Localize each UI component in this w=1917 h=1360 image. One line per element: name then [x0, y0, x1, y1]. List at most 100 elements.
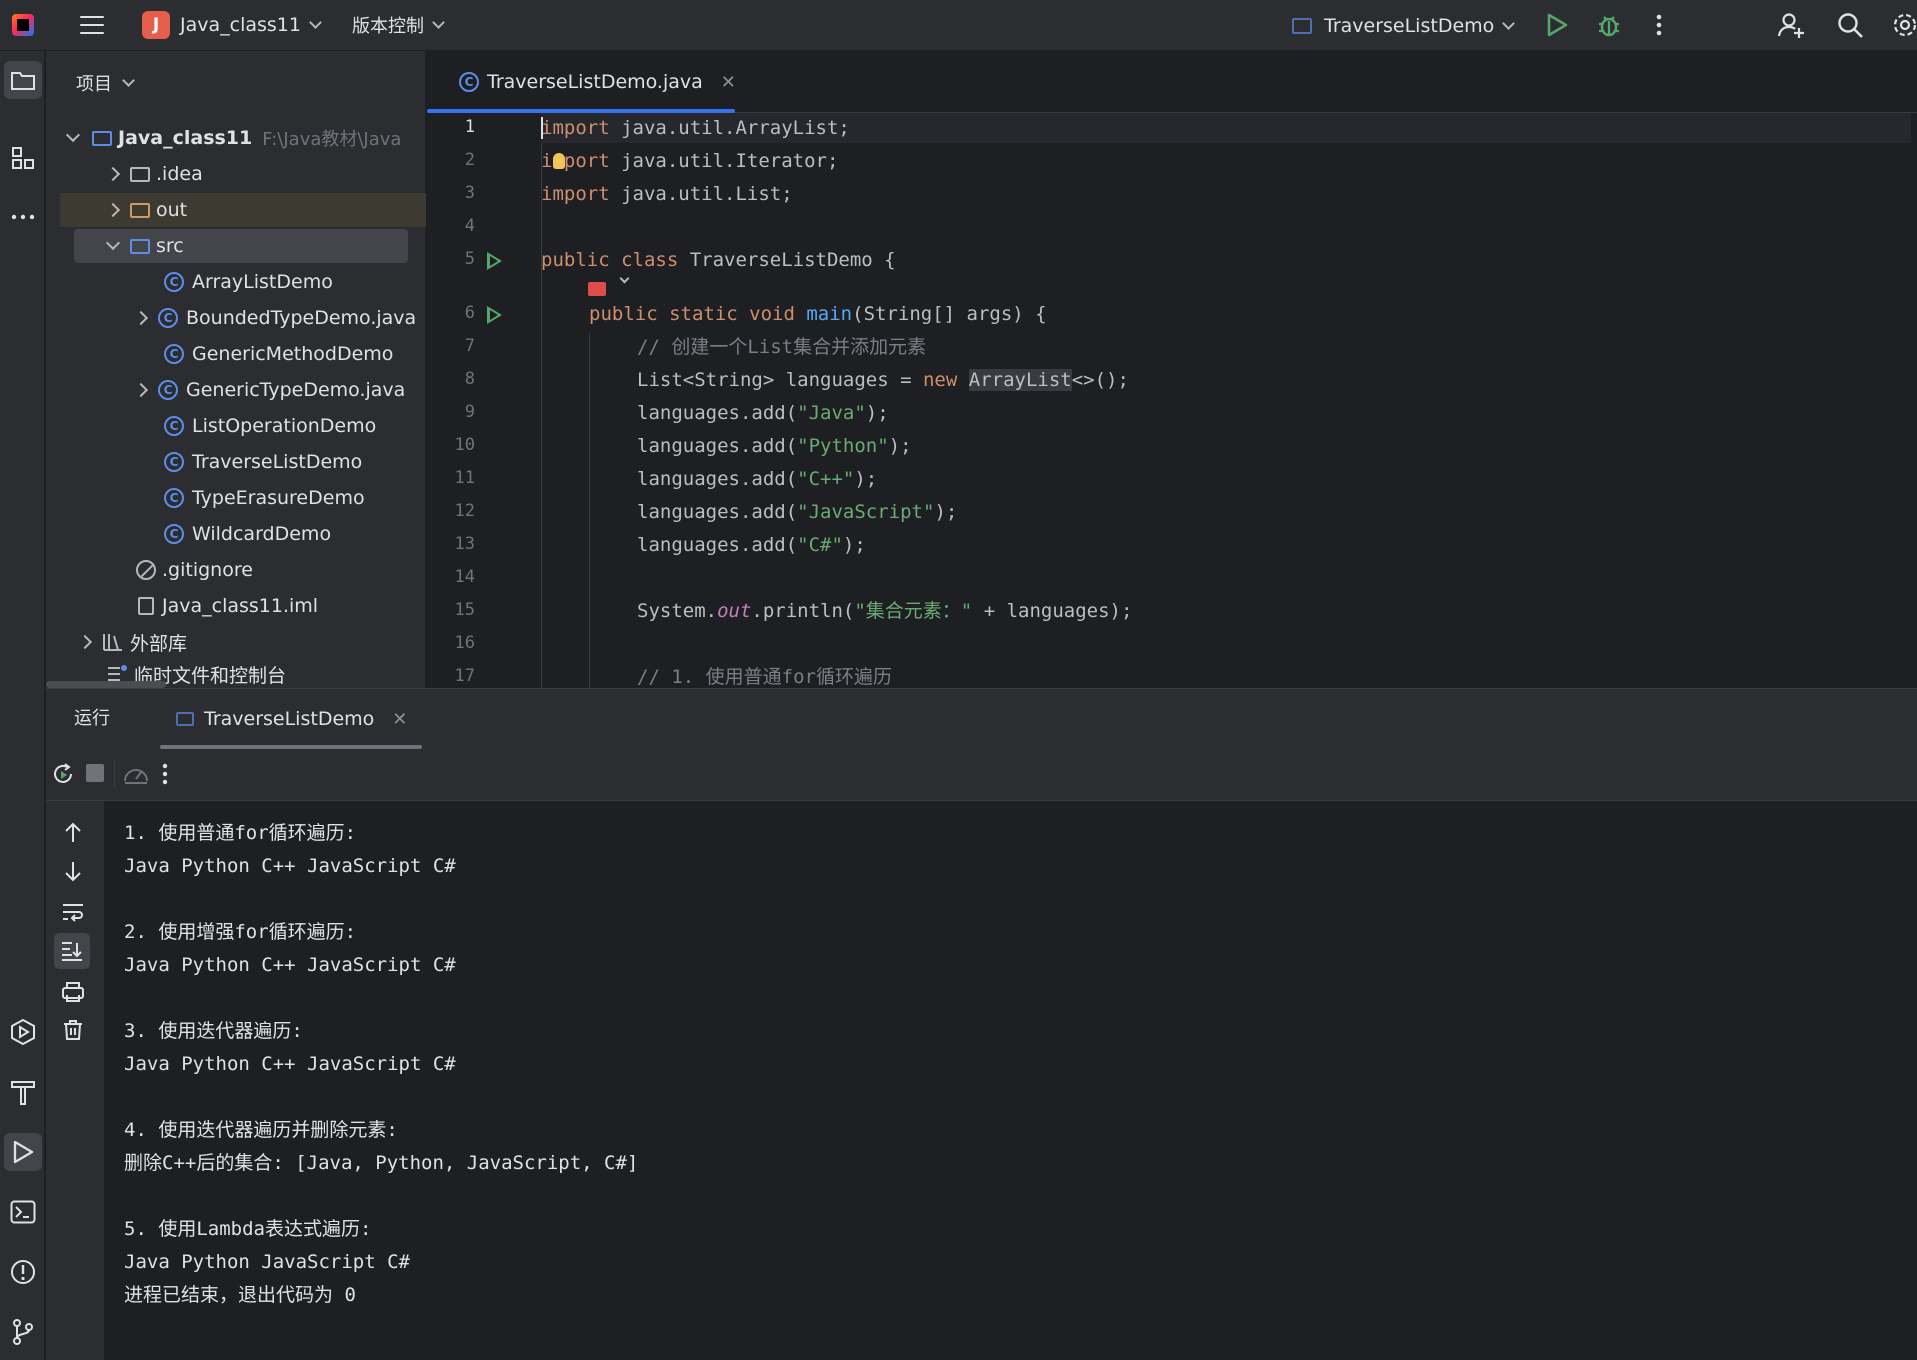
tab-run-traverselistdemo[interactable]: TraverseListDemo ✕: [160, 689, 423, 749]
project-hscrollbar[interactable]: [46, 681, 166, 688]
tree-item-gitignore[interactable]: .gitignore: [136, 553, 253, 587]
line-number: 6: [464, 303, 475, 323]
project-name[interactable]: Java_class11: [180, 14, 301, 36]
problems-icon[interactable]: [4, 1253, 42, 1291]
expand-chevron-icon[interactable]: [105, 202, 121, 218]
expand-chevron-icon[interactable]: [65, 127, 81, 143]
run-panel-title: 运行: [74, 708, 110, 729]
console-line: 删除C++后的集合: [Java, Python, JavaScript, C#…: [124, 1152, 639, 1174]
chevron-down-icon[interactable]: [309, 15, 322, 29]
tree-item-class[interactable]: C GenericTypeDemo.java: [133, 373, 405, 407]
soft-wrap-icon[interactable]: [61, 901, 85, 923]
tree-item-iml[interactable]: Java_class11.iml: [138, 589, 318, 623]
console-line: Java Python JavaScript C#: [124, 1251, 410, 1273]
inlay-author-icon[interactable]: [588, 282, 606, 296]
expand-chevron-icon[interactable]: [105, 235, 121, 251]
tree-item-out[interactable]: out: [60, 193, 426, 227]
line-number: 12: [454, 501, 475, 521]
class-icon: C: [164, 344, 184, 364]
library-icon: [103, 634, 122, 651]
expand-chevron-icon[interactable]: [133, 382, 149, 398]
line-number: 5: [464, 249, 475, 269]
profiler-icon[interactable]: [122, 761, 150, 787]
code-line: public class TraverseListDemo {: [541, 249, 896, 271]
debug-icon[interactable]: [1594, 10, 1624, 40]
project-badge[interactable]: J: [142, 11, 170, 39]
chevron-down-icon[interactable]: [619, 273, 630, 284]
run-tool-icon[interactable]: [4, 1133, 42, 1171]
source-folder-icon: [130, 238, 150, 254]
module-file-icon: [138, 597, 154, 615]
tree-item-external-libraries[interactable]: 外部库: [77, 625, 187, 659]
lightbulb-icon[interactable]: [553, 153, 565, 169]
project-panel-title: 项目: [76, 74, 112, 95]
code-area[interactable]: import java.util.ArrayList; import java.…: [541, 113, 1911, 688]
tree-item-class[interactable]: C ArrayListDemo: [164, 265, 333, 299]
rerun-icon[interactable]: [50, 761, 76, 787]
console-line: Java Python C++ JavaScript C#: [124, 954, 456, 976]
arrow-down-icon[interactable]: [63, 861, 83, 883]
scroll-to-end-icon[interactable]: [54, 933, 90, 969]
add-user-icon[interactable]: [1776, 10, 1806, 40]
tree-item-class[interactable]: C TypeErasureDemo: [164, 481, 365, 515]
tree-item-src[interactable]: src: [74, 229, 408, 263]
tab-traverselistdemo[interactable]: C TraverseListDemo.java ✕: [445, 51, 750, 113]
main-menu-icon[interactable]: [80, 16, 104, 34]
structure-icon[interactable]: [4, 139, 42, 177]
more-actions-icon[interactable]: [1644, 10, 1674, 40]
print-icon[interactable]: [61, 981, 85, 1003]
expand-chevron-icon[interactable]: [77, 634, 93, 650]
code-line: import java.util.Iterator;: [541, 150, 839, 172]
expand-chevron-icon[interactable]: [133, 310, 149, 326]
run-gutter-icon[interactable]: [487, 252, 502, 270]
class-icon: C: [164, 416, 184, 436]
build-hammer-icon[interactable]: [4, 1073, 42, 1111]
class-icon: C: [164, 452, 184, 472]
services-icon[interactable]: [4, 1013, 42, 1051]
code-line: import java.util.ArrayList;: [541, 117, 850, 139]
app-logo-icon[interactable]: [12, 14, 34, 36]
console-output[interactable]: 1. 使用普通for循环遍历: Java Python C++ JavaScri…: [104, 801, 1917, 1360]
close-icon[interactable]: ✕: [392, 709, 407, 730]
project-panel-header[interactable]: 项目: [46, 51, 425, 115]
toolbar-divider: [114, 759, 115, 789]
chevron-down-icon[interactable]: [122, 73, 135, 87]
tree-item-idea[interactable]: .idea: [105, 157, 203, 191]
ignored-file-icon: [136, 560, 156, 580]
tree-item-project-root[interactable]: Java_class11 F:\Java教材\Java: [65, 121, 401, 155]
code-comment: // 1. 使用普通for循环遍历: [637, 666, 892, 688]
tree-item-class[interactable]: C TraverseListDemo: [164, 445, 362, 479]
console-line: 进程已结束，退出代码为 0: [124, 1284, 356, 1306]
close-icon[interactable]: ✕: [721, 72, 736, 93]
text-cursor: [541, 117, 543, 139]
run-gutter-icon[interactable]: [487, 306, 502, 324]
chevron-down-icon[interactable]: [432, 15, 445, 29]
expand-chevron-icon[interactable]: [105, 166, 121, 182]
run-icon[interactable]: [1542, 10, 1572, 40]
tree-item-label: TraverseListDemo: [192, 451, 363, 473]
module-folder-icon: [92, 130, 112, 146]
line-number: 7: [464, 336, 475, 356]
indent-guide: [589, 333, 590, 688]
project-tool-folder-icon[interactable]: [4, 61, 42, 99]
tree-item-class[interactable]: C WildcardDemo: [164, 517, 331, 551]
terminal-icon[interactable]: [4, 1193, 42, 1231]
vcs-menu[interactable]: 版本控制: [352, 12, 424, 38]
stop-icon[interactable]: [86, 764, 104, 782]
git-branch-icon[interactable]: [4, 1313, 42, 1351]
run-panel-header: 运行 TraverseListDemo ✕: [46, 689, 1917, 749]
trash-icon[interactable]: [62, 1019, 84, 1041]
line-number: 2: [464, 150, 475, 170]
run-config-selector[interactable]: TraverseListDemo: [1292, 11, 1516, 41]
chevron-down-icon: [1502, 16, 1516, 30]
tree-item-class[interactable]: C GenericMethodDemo: [164, 337, 393, 371]
arrow-up-icon[interactable]: [63, 821, 83, 843]
tree-item-class[interactable]: C BoundedTypeDemo.java: [133, 301, 416, 335]
tree-item-class[interactable]: C ListOperationDemo: [164, 409, 376, 443]
search-icon[interactable]: [1835, 10, 1865, 40]
settings-gear-icon[interactable]: [1890, 10, 1917, 40]
more-tools-icon[interactable]: [4, 198, 42, 236]
more-actions-icon[interactable]: [162, 763, 168, 785]
console-line: 4. 使用迭代器遍历并删除元素:: [124, 1119, 398, 1141]
left-tool-strip: [0, 51, 45, 1360]
